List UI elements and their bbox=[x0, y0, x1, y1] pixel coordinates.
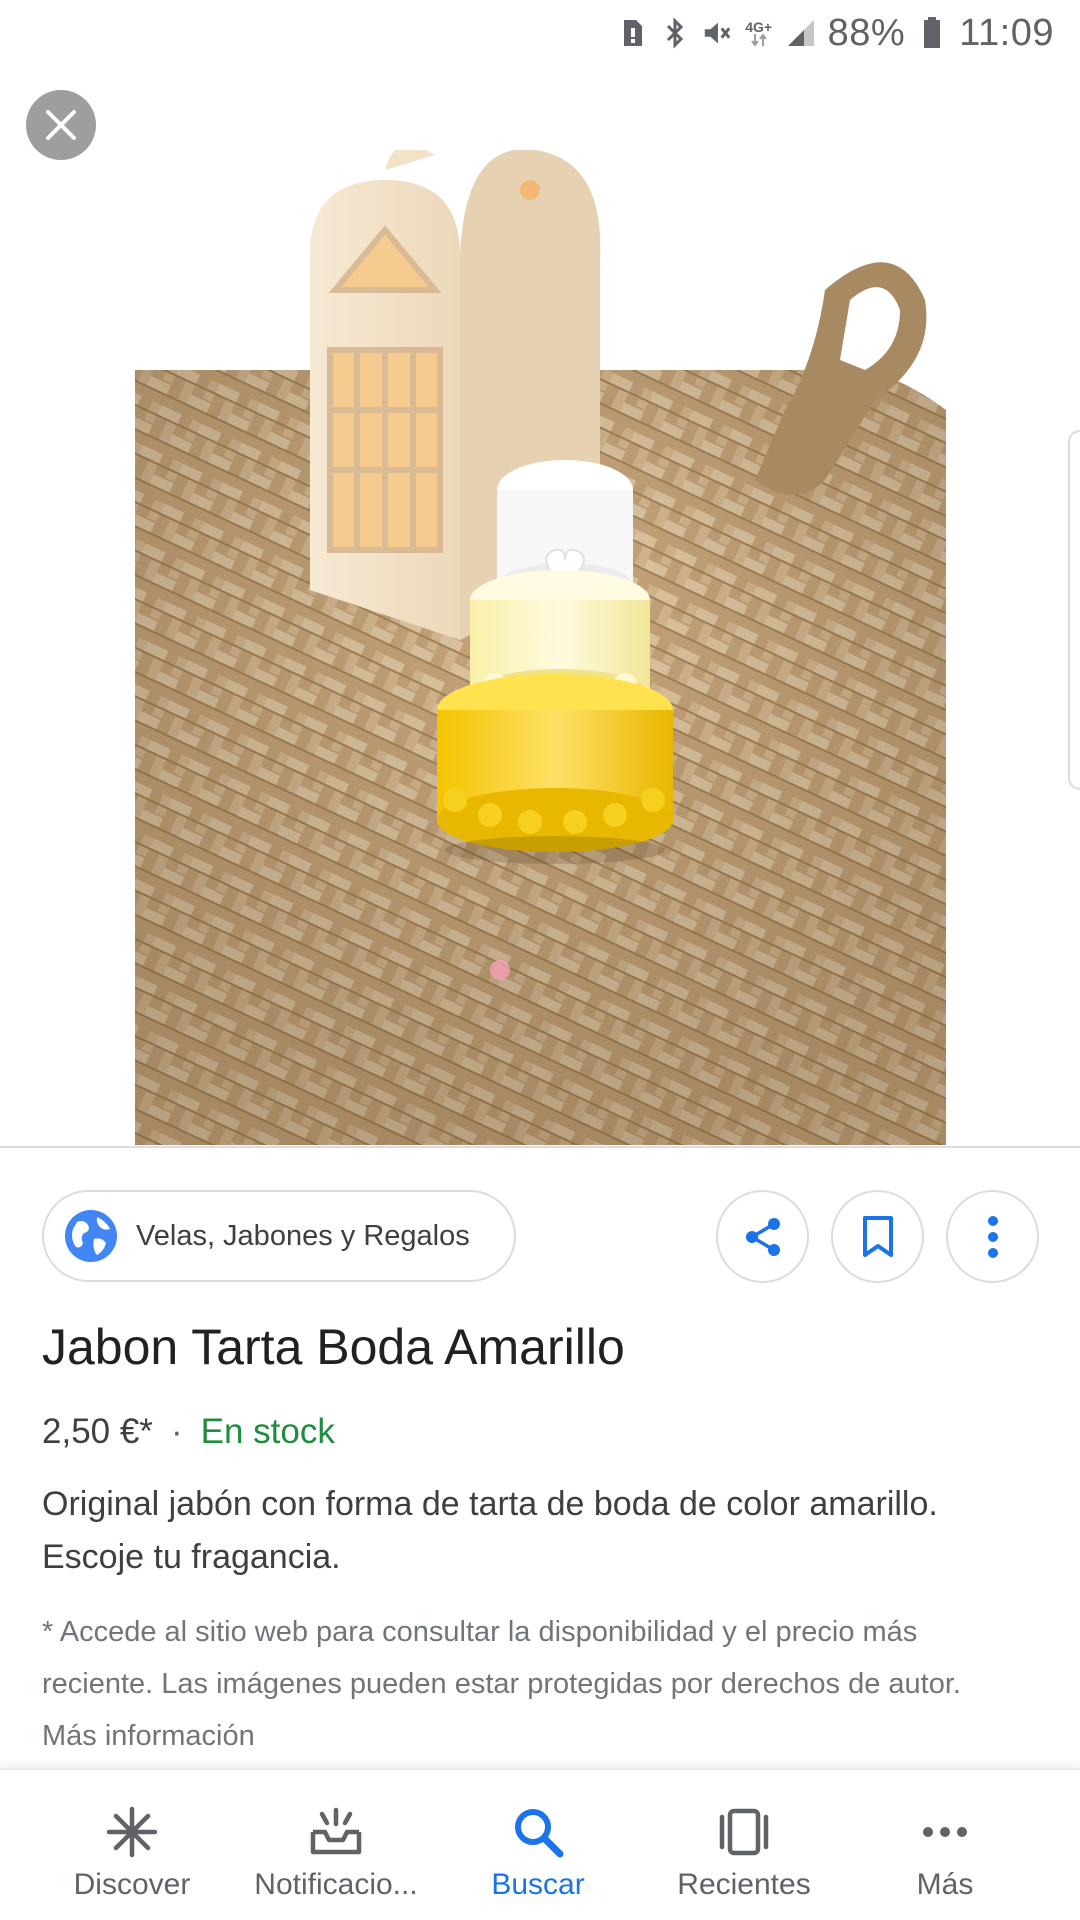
source-chip[interactable]: Velas, Jabones y Regalos bbox=[42, 1190, 516, 1282]
price: 2,50 €* bbox=[42, 1412, 153, 1451]
battery-icon bbox=[917, 16, 947, 50]
status-icons: 4G+ 88% 11:09 bbox=[618, 10, 1054, 56]
discover-icon bbox=[102, 1802, 162, 1862]
share-icon bbox=[745, 1217, 780, 1256]
bluetooth-icon bbox=[660, 16, 690, 50]
availability-note[interactable]: * Accede al sitio web para consultar la … bbox=[42, 1606, 1022, 1762]
source-label: Velas, Jabones y Regalos bbox=[136, 1219, 470, 1252]
bottom-navigation: Discover Notificacio... Buscar Recientes… bbox=[0, 1768, 1080, 1920]
nav-notifications[interactable]: Notificacio... bbox=[236, 1770, 436, 1920]
bookmark-icon bbox=[862, 1215, 893, 1257]
close-button[interactable] bbox=[26, 90, 96, 160]
close-icon bbox=[46, 110, 76, 140]
vibrate-mute-icon bbox=[702, 16, 732, 50]
product-description: Original jabón con forma de tarta de bod… bbox=[42, 1485, 938, 1576]
nav-search[interactable]: Buscar bbox=[478, 1770, 598, 1920]
globe-icon bbox=[65, 1210, 117, 1262]
image-divider bbox=[0, 1146, 1080, 1148]
stock-status: En stock bbox=[200, 1412, 335, 1451]
share-button[interactable] bbox=[716, 1190, 809, 1283]
status-bar: 4G+ 88% 11:09 bbox=[0, 0, 1080, 66]
more-options-button[interactable] bbox=[946, 1190, 1039, 1283]
more-vert-icon bbox=[987, 1215, 998, 1258]
nav-discover[interactable]: Discover bbox=[62, 1770, 202, 1920]
search-icon bbox=[508, 1802, 568, 1862]
recents-icon bbox=[714, 1802, 774, 1862]
separator: · bbox=[170, 1412, 183, 1451]
clock: 11:09 bbox=[959, 11, 1054, 54]
nav-more[interactable]: Más bbox=[890, 1770, 1000, 1920]
signal-icon bbox=[786, 16, 816, 50]
sim-alert-icon bbox=[618, 16, 648, 50]
more-horiz-icon bbox=[915, 1802, 975, 1862]
product-title: Jabon Tarta Boda Amarillo bbox=[42, 1319, 625, 1375]
battery-percent: 88% bbox=[827, 11, 906, 54]
side-edge-handle[interactable] bbox=[1068, 430, 1080, 790]
notifications-icon bbox=[306, 1802, 366, 1862]
nav-recents[interactable]: Recientes bbox=[664, 1770, 824, 1920]
price-row: 2,50 €* · En stock bbox=[42, 1412, 335, 1452]
product-image[interactable] bbox=[135, 150, 946, 1145]
network-type-icon: 4G+ bbox=[744, 16, 774, 50]
save-button[interactable] bbox=[831, 1190, 924, 1283]
